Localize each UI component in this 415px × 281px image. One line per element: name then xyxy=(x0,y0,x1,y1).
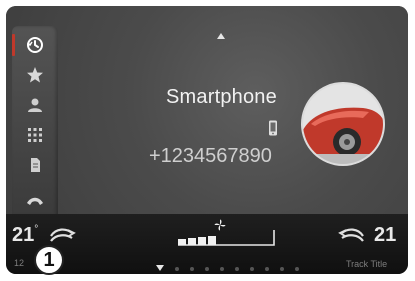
sidebar-item-keypad[interactable] xyxy=(12,122,58,148)
contact-avatar xyxy=(303,84,383,164)
scroll-up-chevron-icon[interactable] xyxy=(217,26,225,44)
sidebar-item-recent[interactable] xyxy=(12,32,58,58)
left-temperature[interactable]: 21° xyxy=(12,224,38,247)
recent-calls-icon xyxy=(26,36,44,54)
infotainment-display: Smartphone +1234567890 21° 12 21 Track T… xyxy=(6,6,408,274)
climate-control-bar: 21° 12 21 Track Title xyxy=(6,214,408,274)
mobile-phone-icon xyxy=(268,120,278,141)
contact-number: +1234567890 xyxy=(149,145,272,167)
sidebar-item-messages[interactable] xyxy=(12,152,58,178)
sidebar-item-hang-up[interactable] xyxy=(12,188,58,214)
active-indicator xyxy=(12,34,15,56)
temperature-unit: ° xyxy=(34,224,39,235)
contacts-icon xyxy=(26,97,44,113)
favorites-star-icon xyxy=(26,66,44,84)
car-photo-icon xyxy=(303,84,383,164)
right-seat-heat-icon[interactable] xyxy=(336,224,366,251)
callout-badge: 1 xyxy=(34,245,64,275)
keypad-icon xyxy=(27,127,43,143)
hang-up-icon xyxy=(25,195,45,207)
phone-screen: Smartphone +1234567890 xyxy=(6,6,408,216)
sidebar-item-contacts[interactable] xyxy=(12,92,58,118)
right-sub-label: Track Title xyxy=(346,259,388,269)
fan-speed-indicator[interactable] xyxy=(176,228,276,253)
messages-icon xyxy=(27,156,43,174)
phone-sidebar xyxy=(12,26,58,216)
sidebar-item-favorites[interactable] xyxy=(12,62,58,88)
fan-level-dots xyxy=(172,259,322,274)
chevron-down-icon[interactable] xyxy=(156,258,164,274)
right-temperature[interactable]: 21 xyxy=(374,224,396,247)
contact-name: Smartphone xyxy=(166,86,277,108)
left-sub-label: 12 xyxy=(14,258,25,268)
